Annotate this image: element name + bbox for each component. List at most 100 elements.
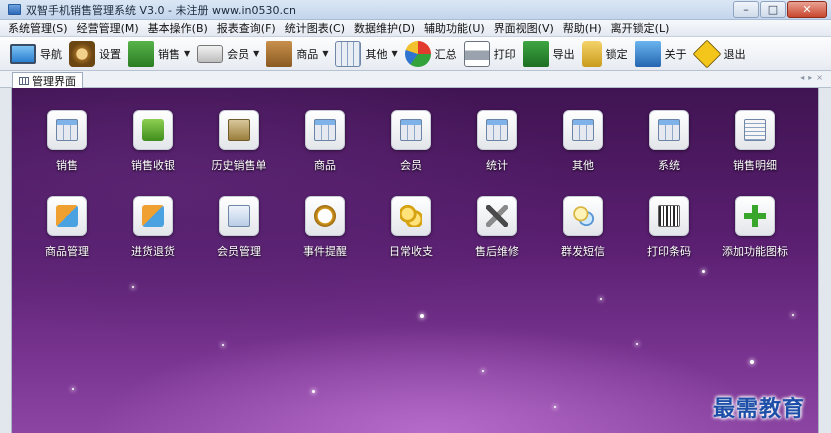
tile-label: 会员管理 [217,245,261,258]
menu-system[interactable]: 系统管理(S) [8,20,68,36]
grid-icon [19,76,29,85]
star [420,314,424,318]
tab-prev-icon[interactable]: ◂ [800,73,804,82]
nav-button[interactable]: 导航 [10,39,62,69]
export-button[interactable]: 导出 [522,39,575,69]
tile-label: 商品管理 [45,245,89,258]
menu-business[interactable]: 经营管理(M) [77,20,139,36]
tile-other[interactable]: 其他 [543,110,623,173]
tile-statistics[interactable]: 统计 [457,110,537,173]
tile-sales-history[interactable]: 历史销售单 [199,110,279,173]
plus-icon [735,196,775,236]
tile-member-management[interactable]: 会员管理 [199,196,279,259]
star [222,344,224,346]
tile-label: 日常收支 [389,245,433,258]
tile-label: 群发短信 [561,245,605,258]
tile-products[interactable]: 商品 [285,110,365,173]
chat-bubbles-icon [563,196,603,236]
member-card-icon [197,44,224,63]
menu-lock[interactable]: 离开锁定(L) [611,20,670,36]
member-label: 会员 [227,47,250,61]
gear-icon [69,40,95,67]
tab-label: 管理界面 [32,74,76,88]
tile-daily-finance[interactable]: 日常收支 [371,196,451,259]
close-button[interactable]: ✕ [787,1,827,18]
menu-view[interactable]: 界面视图(V) [494,20,554,36]
tab-close-icon[interactable]: × [816,73,823,82]
menu-basic[interactable]: 基本操作(B) [148,20,208,36]
menu-tools[interactable]: 辅助功能(U) [424,20,485,36]
tile-after-sales[interactable]: 售后维修 [457,196,537,259]
tile-sales-checkout[interactable]: 销售收银 [113,110,193,173]
tile-bulk-sms[interactable]: 群发短信 [543,196,623,259]
product-label: 商品 [296,47,319,61]
tab-navigation: ◂ ▸ × [800,73,823,82]
tile-label: 进货退货 [131,245,175,258]
tab-management[interactable]: 管理界面 [12,72,83,88]
tile-add-function[interactable]: 添加功能图标 [715,196,795,259]
settings-button[interactable]: 设置 [69,39,121,69]
star [132,286,134,288]
coins-icon [391,196,431,236]
title-bar: 双智手机销售管理系统 V3.0 - 未注册 www.in0530.cn – □ … [0,0,831,20]
tile-sales-detail[interactable]: 销售明细 [715,110,795,173]
chevron-down-icon[interactable]: ▼ [391,49,397,58]
tile-members[interactable]: 会员 [371,110,451,173]
maximize-button[interactable]: □ [760,1,786,18]
product-button[interactable]: 商品 ▼ [266,39,328,69]
star [482,370,484,372]
other-button[interactable]: 其他 ▼ [335,39,398,69]
sales-button[interactable]: 销售 ▼ [128,39,190,69]
pie-chart-icon [404,40,431,67]
star [600,298,602,300]
tile-label: 商品 [314,159,336,172]
frame-left [0,88,12,433]
tile-label: 事件提醒 [303,245,347,258]
summary-button[interactable]: 汇总 [404,39,457,69]
chevron-down-icon[interactable]: ▼ [322,49,328,58]
print-button[interactable]: 打印 [463,39,516,69]
menu-reports[interactable]: 报表查询(F) [217,20,276,36]
sales-label: 销售 [158,47,180,61]
exit-button[interactable]: 退出 [692,39,746,69]
printer-icon [463,40,490,67]
settings-label: 设置 [99,47,121,61]
menu-charts[interactable]: 统计图表(C) [285,20,345,36]
nav-label: 导航 [40,47,62,61]
store-icon [128,40,154,67]
about-button[interactable]: 关于 [634,39,687,69]
menu-data[interactable]: 数据维护(D) [354,20,415,36]
tile-label: 统计 [486,159,508,172]
tile-product-management[interactable]: 商品管理 [27,196,107,259]
summary-label: 汇总 [434,47,457,61]
tile-sales[interactable]: 销售 [27,110,107,173]
minimize-button[interactable]: – [733,1,759,18]
menu-help[interactable]: 帮助(H) [563,20,602,36]
tab-strip: 管理界面 ◂ ▸ × [0,71,831,88]
other-label: 其他 [365,47,388,61]
lock-button[interactable]: 锁定 [581,39,628,69]
main-panel: 销售 销售收银 历史销售单 商品 会员 统计 其他 系统 销售明细 商品管理 进… [12,88,818,433]
box-icon [266,40,293,67]
member-button[interactable]: 会员 ▼ [197,39,259,69]
tab-next-icon[interactable]: ▸ [808,73,812,82]
tile-print-barcode[interactable]: 打印条码 [629,196,709,259]
tile-event-reminder[interactable]: 事件提醒 [285,196,365,259]
tile-purchase-return[interactable]: 进货退货 [113,196,193,259]
chevron-down-icon[interactable]: ▼ [253,49,259,58]
excel-icon [522,40,549,67]
lock-icon [581,40,602,67]
chevron-down-icon[interactable]: ▼ [184,49,190,58]
history-icon [219,110,259,150]
about-label: 关于 [664,47,687,61]
star [636,343,638,345]
toolbar: 导航 设置 销售 ▼ 会员 ▼ 商品 ▼ 其他 ▼ 汇总 打印 导出 锁定 关于… [0,37,831,71]
tile-system[interactable]: 系统 [629,110,709,173]
star [312,390,315,393]
star [792,314,794,316]
star [750,360,754,364]
other-icon [563,110,603,150]
tile-label: 销售明细 [733,159,777,172]
barcode-icon [649,196,689,236]
cubes-icon [47,196,87,236]
